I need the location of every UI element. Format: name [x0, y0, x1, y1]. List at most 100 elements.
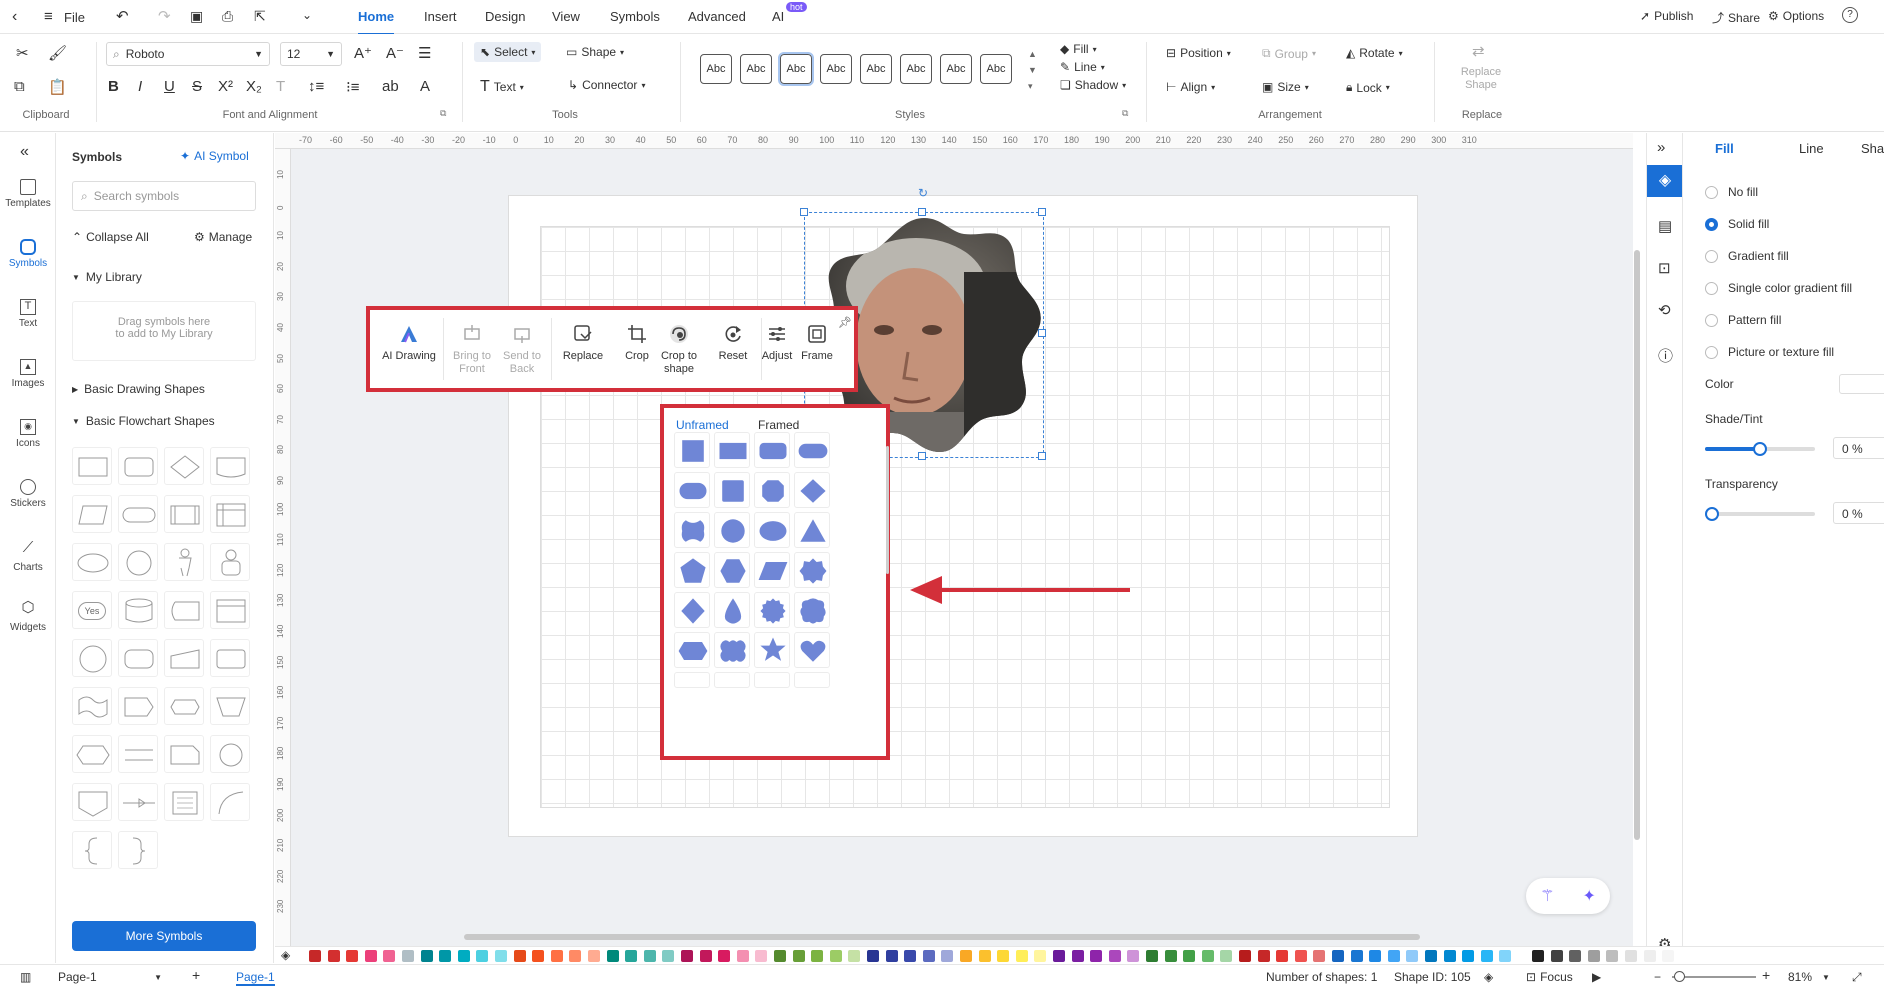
crop-shape-teardrop[interactable]	[714, 592, 750, 628]
align-text-icon[interactable]: ☰	[418, 44, 431, 62]
color-swatch[interactable]	[495, 950, 507, 962]
symbol-process[interactable]	[72, 447, 112, 485]
rail-symbols[interactable]: Symbols	[0, 239, 56, 269]
tab-framed[interactable]: Framed	[758, 418, 799, 432]
crop-shape-rounded-square[interactable]	[714, 472, 750, 508]
text-style-icon[interactable]: ab	[382, 78, 399, 95]
symbol-left-brace[interactable]	[72, 831, 112, 869]
tab-fill[interactable]: Fill	[1715, 141, 1734, 156]
crop-shape-scalloped-circle[interactable]	[794, 552, 830, 588]
crop-shape-wavy-square[interactable]	[674, 512, 710, 548]
crop-shape-diamond[interactable]	[794, 472, 830, 508]
symbol-connector[interactable]	[72, 639, 112, 677]
color-swatch[interactable]	[1220, 950, 1233, 962]
symbol-display[interactable]	[164, 687, 204, 725]
color-swatch[interactable]	[364, 950, 377, 962]
transparency-slider-thumb[interactable]	[1705, 507, 1719, 521]
basic-drawing-header[interactable]: ▶ Basic Drawing Shapes	[72, 382, 205, 396]
styles-dialog-launcher-icon[interactable]: ⧉	[1122, 108, 1128, 119]
bullet-list-icon[interactable]: ⁝≡	[346, 78, 360, 96]
color-swatch[interactable]	[1350, 950, 1363, 962]
color-picker[interactable]	[1839, 374, 1884, 394]
paste-icon[interactable]: 📋	[48, 78, 67, 96]
symbol-document[interactable]	[210, 447, 250, 485]
chevron-down-icon[interactable]: ▼	[1822, 973, 1830, 982]
crop-shape-rectangle[interactable]	[714, 432, 750, 468]
style-preset[interactable]: Abc	[860, 54, 892, 84]
color-swatch[interactable]	[1425, 950, 1437, 962]
more-quick-icon[interactable]: ⌄	[302, 8, 312, 22]
collapse-panel-icon[interactable]: «	[20, 143, 29, 161]
resize-handle[interactable]	[1038, 329, 1046, 337]
font-family-select[interactable]: ⌕ Roboto ▼	[106, 42, 270, 66]
history-icon[interactable]: ⟲	[1658, 301, 1671, 319]
tab-unframed[interactable]: Unframed	[676, 418, 729, 432]
page-layout-icon[interactable]: ▥	[20, 970, 31, 984]
color-swatch[interactable]	[569, 950, 582, 962]
canvas-vertical-scrollbar[interactable]	[1634, 250, 1640, 840]
style-preset-selected[interactable]: Abc	[778, 52, 814, 86]
layers-icon[interactable]: ◈	[1484, 970, 1493, 984]
copy-icon[interactable]: ⧉	[14, 78, 25, 95]
crop-shape-rounded-rectangle[interactable]	[754, 432, 790, 468]
radio-button[interactable]	[1705, 217, 1718, 231]
more-symbols-button[interactable]: More Symbols	[72, 921, 256, 951]
shade-value-input[interactable]: 0 %	[1833, 437, 1884, 459]
color-swatch[interactable]	[792, 950, 805, 962]
tab-ai[interactable]: AI	[772, 9, 784, 24]
resize-handle[interactable]	[1038, 452, 1046, 460]
connector-button[interactable]: ↳ Connector ▾	[568, 78, 645, 92]
decrease-font-icon[interactable]: A⁻	[386, 44, 404, 62]
tab-home[interactable]: Home	[358, 9, 395, 35]
symbol-manual-input[interactable]	[164, 639, 204, 677]
toolbar-send-to-back[interactable]: Send to Back	[498, 318, 552, 380]
symbol-user[interactable]	[210, 543, 250, 581]
panel-scrollbar[interactable]	[886, 446, 889, 574]
rail-charts[interactable]: ⟋ Charts	[0, 539, 56, 573]
symbol-predefined-process[interactable]	[164, 495, 204, 533]
export-icon[interactable]: ⇱	[254, 8, 266, 25]
zoom-slider[interactable]	[1672, 971, 1756, 982]
color-swatch[interactable]	[1332, 950, 1344, 962]
symbol-card-shape[interactable]	[164, 735, 204, 773]
increase-font-icon[interactable]: A⁺	[354, 44, 372, 62]
rotate-handle-icon[interactable]: ↻	[918, 186, 928, 200]
color-swatch[interactable]	[662, 950, 675, 962]
my-library-dropzone[interactable]: Drag symbols here to add to My Library	[72, 301, 256, 361]
font-dialog-launcher-icon[interactable]: ⧉	[440, 108, 446, 119]
pin-icon[interactable]: 📌︎	[838, 316, 852, 329]
color-swatch[interactable]	[941, 950, 954, 962]
rail-images[interactable]: ▲ Images	[0, 359, 56, 389]
crop-shape-cloud-arch[interactable]	[794, 672, 830, 688]
crop-shape-hexagon[interactable]	[714, 552, 750, 588]
basic-flowchart-header[interactable]: ▼ Basic Flowchart Shapes	[72, 414, 215, 428]
save-icon[interactable]: ▣	[190, 8, 203, 25]
line-button[interactable]: ✎ Line ▾	[1060, 60, 1105, 74]
shape-button[interactable]: ▭ Shape ▾	[566, 45, 624, 59]
symbol-on-page-reference[interactable]	[210, 735, 250, 773]
zoom-level[interactable]: 81%	[1788, 970, 1812, 984]
superscript-icon[interactable]: X²	[218, 78, 233, 95]
resize-handle[interactable]	[918, 452, 926, 460]
color-swatch[interactable]	[1406, 950, 1419, 962]
crop-shape-ellipse[interactable]	[754, 512, 790, 548]
color-swatch[interactable]	[997, 950, 1010, 962]
color-swatch[interactable]	[1183, 950, 1196, 962]
align-button[interactable]: ⊢ Align ▾	[1166, 80, 1215, 94]
crop-shape-octagon[interactable]	[754, 472, 790, 508]
crop-shape-circle[interactable]	[714, 512, 750, 548]
color-swatch[interactable]	[1499, 950, 1512, 962]
color-swatch[interactable]	[736, 950, 749, 962]
radio-button[interactable]	[1705, 185, 1718, 199]
rail-templates[interactable]: Templates	[0, 179, 56, 209]
select-button[interactable]: ⬉ Select ▾	[474, 42, 542, 62]
print-icon[interactable]: ⎙	[222, 8, 233, 25]
bold-icon[interactable]: B	[108, 78, 119, 95]
crop-shape-seal[interactable]	[754, 592, 790, 628]
color-swatch[interactable]	[1606, 950, 1619, 962]
color-swatch[interactable]	[1569, 950, 1582, 962]
fill-option[interactable]: Gradient fill	[1705, 249, 1789, 263]
shadow-button[interactable]: ❏ Shadow ▾	[1060, 78, 1126, 92]
transparency-slider[interactable]	[1705, 507, 1815, 521]
focus-button[interactable]: ⊡ Focus	[1526, 970, 1573, 984]
